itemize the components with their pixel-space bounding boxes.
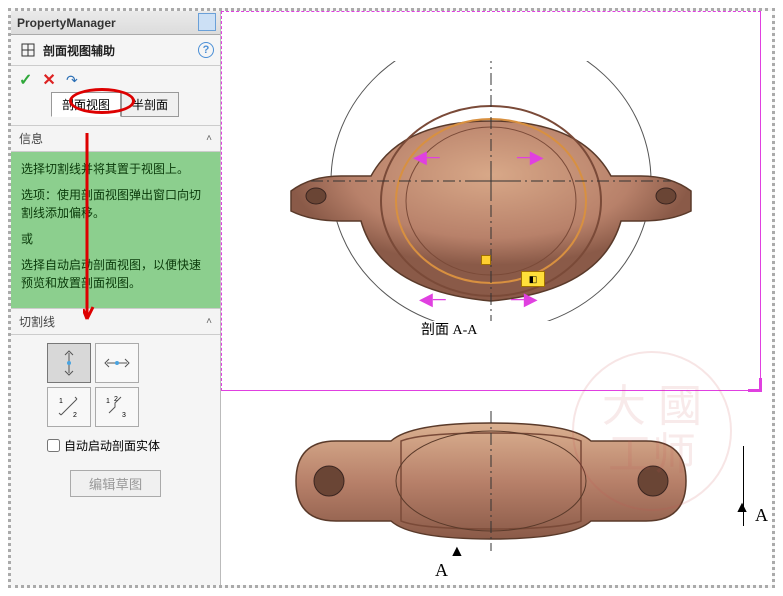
cutline-vertical-button[interactable] (47, 343, 91, 383)
chevron-up-icon: ˄ (206, 316, 212, 327)
part-top-view (251, 61, 731, 321)
assist-header: 剖面视图辅助 ? (11, 35, 220, 66)
auto-start-label: 自动启动剖面实体 (64, 437, 160, 454)
selection-corner-icon (748, 378, 762, 392)
dimension-arrow-icon: ─▶ (511, 289, 538, 310)
auto-start-checkbox[interactable] (47, 439, 60, 452)
tab-section-view[interactable]: 剖面视图 (51, 92, 121, 117)
section-label: 剖面 A-A (421, 319, 477, 339)
watermark: 大 國 工师 (572, 351, 732, 511)
section-line (743, 446, 744, 526)
section-marker-a-bottom: A (435, 560, 448, 581)
ok-button[interactable]: ✓ (19, 70, 32, 90)
cancel-button[interactable]: ✕ (42, 70, 55, 90)
info-body: 选择切割线并将其置于视图上。 选项：使用剖面视图弹出窗口向切割线添加偏移。 或 … (11, 152, 220, 308)
cutline-horizontal-button[interactable] (95, 343, 139, 383)
section-flag-icon[interactable]: ◧ (521, 271, 545, 287)
tabs-row: 剖面视图 半剖面 (11, 92, 220, 125)
cutline-aligned-button[interactable]: 12 (47, 387, 91, 427)
pm-title: PropertyManager (17, 16, 116, 30)
cutline-body: 12 123 自动启动剖面实体 编辑草图 (11, 335, 220, 505)
info-line1: 选择切割线并将其置于视图上。 (21, 160, 210, 178)
dimension-arrow-icon: ◀─ (419, 289, 446, 310)
cutline-header[interactable]: 切割线 ˄ (11, 308, 220, 335)
info-header-label: 信息 (19, 130, 43, 147)
dimension-arrow-icon: ◀─ (413, 147, 440, 168)
info-header[interactable]: 信息 ˄ (11, 125, 220, 152)
section-arrow-icon: ▲ (449, 543, 465, 561)
svg-text:1: 1 (59, 398, 63, 405)
section-assist-icon (19, 41, 37, 59)
tab-half-section[interactable]: 半剖面 (121, 92, 179, 117)
undo-button[interactable]: ↶ (66, 72, 78, 89)
info-line2: 选项：使用剖面视图弹出窗口向切割线添加偏移。 (21, 186, 210, 222)
svg-text:2: 2 (73, 412, 77, 419)
svg-text:2: 2 (114, 396, 118, 403)
info-line4: 选择自动启动剖面视图，以便快速预览和放置剖面视图。 (21, 256, 210, 292)
edit-sketch-button: 编辑草图 (70, 470, 161, 497)
assist-title: 剖面视图辅助 (43, 42, 115, 59)
cutline-header-label: 切割线 (19, 313, 55, 330)
svg-text:3: 3 (122, 412, 126, 419)
svg-text:1: 1 (106, 398, 110, 405)
help-icon[interactable]: ? (198, 42, 214, 58)
ok-cancel-row: ✓ ✕ ↶ (11, 66, 220, 92)
property-manager-panel: PropertyManager 剖面视图辅助 ? ✓ ✕ ↶ 剖面视图 半剖面 … (11, 11, 221, 585)
info-line3: 或 (21, 230, 210, 248)
cutline-offset-button[interactable]: 12 3 (95, 387, 139, 427)
chevron-up-icon: ˄ (206, 133, 212, 144)
drag-handle-icon[interactable] (481, 255, 491, 265)
pin-icon[interactable] (198, 13, 216, 31)
pm-header: PropertyManager (11, 11, 220, 35)
dimension-arrow-icon: ─▶ (517, 147, 544, 168)
drawing-canvas[interactable]: ◀─ ─▶ ◀─ ─▶ ◧ 剖面 A-A ▲ A ▲ A (221, 11, 772, 585)
section-marker-a-right: A (755, 505, 768, 526)
